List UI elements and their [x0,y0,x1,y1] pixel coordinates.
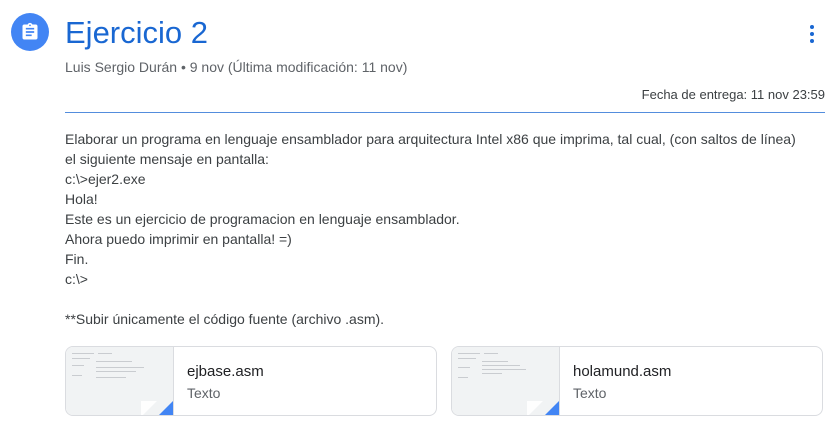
assignment-instructions: Elaborar un programa en lenguaje ensambl… [65,129,830,329]
header-divider [65,112,825,113]
instruction-line: c:\>ejer2.exe [65,171,146,187]
file-corner-icon [543,401,559,415]
attachment-card[interactable]: holamund.asm Texto [451,346,823,416]
attachment-name: ejbase.asm [187,363,264,380]
instruction-line: Elaborar un programa en lenguaje ensambl… [65,131,796,147]
file-thumbnail [66,347,174,415]
instruction-line: Este es un ejercicio de programacion en … [65,211,460,227]
attachment-name: holamund.asm [573,363,672,380]
attachment-card[interactable]: ejbase.asm Texto [65,346,437,416]
instruction-line: c:\> [65,271,88,287]
instruction-line: Fin. [65,251,89,267]
attachment-type: Texto [187,385,221,401]
instruction-line [65,289,830,309]
file-thumbnail [452,347,560,415]
more-vert-icon[interactable] [800,20,824,48]
instruction-line: Ahora puedo imprimir en pantalla! =) [65,231,292,247]
due-date: Fecha de entrega: 11 nov 23:59 [641,87,825,102]
file-corner-icon [157,401,173,415]
instruction-line: **Subir únicamente el código fuente (arc… [65,311,385,327]
instruction-line: Hola! [65,191,98,207]
instruction-line: el siguiente mensaje en pantalla: [65,151,269,167]
attachment-type: Texto [573,385,607,401]
assignment-title: Ejercicio 2 [65,15,208,50]
assignment-page: Ejercicio 2 Luis Sergio Durán • 9 nov (Ú… [0,0,837,430]
assignment-meta: Luis Sergio Durán • 9 nov (Última modifi… [65,59,408,75]
assignment-icon [11,13,49,51]
